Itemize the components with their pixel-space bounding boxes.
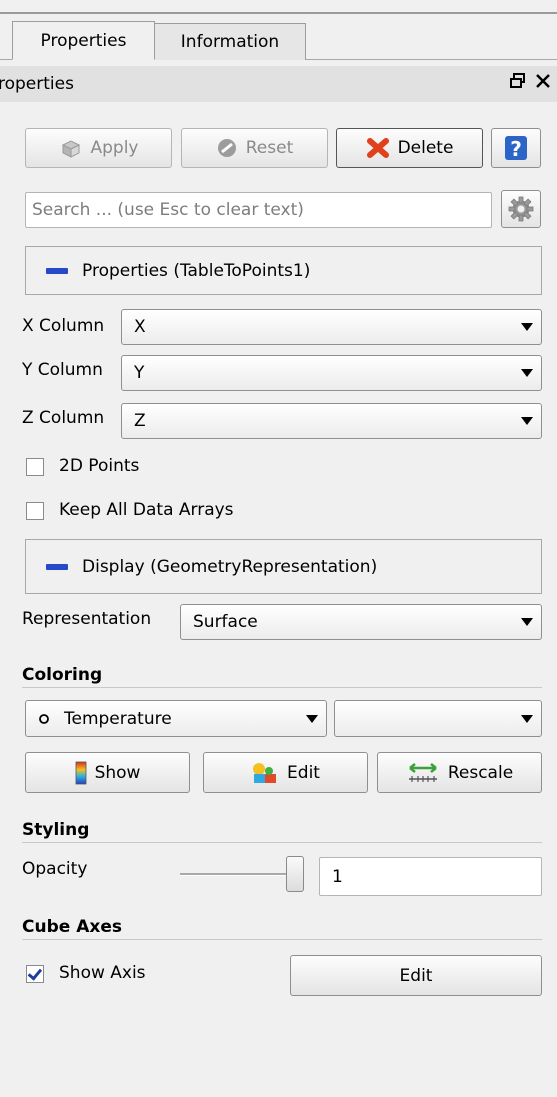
tab-information[interactable]: Information bbox=[154, 23, 306, 60]
2d-points-checkbox[interactable] bbox=[26, 458, 44, 476]
chevron-down-icon bbox=[521, 323, 533, 331]
display-section-label: Display (GeometryRepresentation) bbox=[82, 556, 378, 577]
gear-icon bbox=[508, 196, 534, 222]
keep-all-data-arrays-label: Keep All Data Arrays bbox=[59, 500, 234, 520]
styling-divider bbox=[22, 842, 542, 843]
rescale-arrows-icon bbox=[406, 761, 440, 785]
x-column-select[interactable]: X bbox=[121, 309, 542, 345]
cube-axes-edit-label: Edit bbox=[399, 965, 433, 986]
colormap-edit-icon bbox=[251, 761, 279, 785]
top-border bbox=[0, 12, 557, 14]
help-button[interactable]: ? bbox=[491, 128, 541, 168]
representation-select[interactable]: Surface bbox=[180, 604, 542, 640]
x-column-label: X Column bbox=[22, 316, 105, 336]
show-axis-label: Show Axis bbox=[59, 963, 146, 983]
edit-colormap-label: Edit bbox=[287, 762, 320, 783]
help-glyph: ? bbox=[510, 137, 522, 161]
representation-label: Representation bbox=[22, 609, 152, 629]
y-column-select[interactable]: Y bbox=[121, 355, 542, 391]
cube-axes-divider bbox=[22, 939, 542, 940]
properties-section-toggle[interactable]: Properties (TableToPoints1) bbox=[25, 246, 542, 295]
reset-icon bbox=[216, 137, 238, 159]
color-legend-icon bbox=[75, 761, 87, 785]
opacity-slider-handle[interactable] bbox=[286, 856, 304, 892]
search-input[interactable]: Search ... (use Esc to clear text) bbox=[25, 192, 492, 228]
point-data-icon bbox=[38, 713, 50, 725]
keep-all-data-arrays-checkbox[interactable] bbox=[26, 502, 44, 520]
panel-titlebar: roperties bbox=[0, 66, 557, 102]
2d-points-label: 2D Points bbox=[59, 456, 140, 476]
delete-x-icon bbox=[366, 137, 390, 159]
chevron-down-icon bbox=[521, 618, 533, 626]
display-section-toggle[interactable]: Display (GeometryRepresentation) bbox=[25, 539, 542, 594]
z-column-select[interactable]: Z bbox=[121, 403, 542, 439]
cube-axes-heading: Cube Axes bbox=[22, 917, 122, 937]
show-colorbar-button[interactable]: Show bbox=[25, 752, 190, 793]
advanced-settings-button[interactable] bbox=[501, 190, 541, 228]
opacity-value: 1 bbox=[332, 866, 343, 887]
delete-label: Delete bbox=[397, 138, 454, 158]
representation-value: Surface bbox=[193, 612, 258, 632]
show-axis-checkbox[interactable] bbox=[26, 965, 44, 983]
chevron-down-icon bbox=[521, 417, 533, 425]
x-column-value: X bbox=[134, 317, 146, 337]
apply-label: Apply bbox=[90, 138, 139, 158]
opacity-label: Opacity bbox=[22, 859, 88, 879]
color-array-select[interactable]: Temperature bbox=[25, 700, 327, 737]
reset-button[interactable]: Reset bbox=[181, 128, 328, 168]
help-icon: ? bbox=[503, 134, 529, 162]
delete-button[interactable]: Delete bbox=[336, 128, 483, 168]
chevron-down-icon bbox=[521, 369, 533, 377]
cube-axes-edit-button[interactable]: Edit bbox=[290, 955, 542, 996]
search-placeholder: Search ... (use Esc to clear text) bbox=[32, 200, 304, 220]
opacity-slider-track[interactable] bbox=[180, 873, 302, 876]
float-icon[interactable] bbox=[509, 72, 527, 95]
apply-icon bbox=[59, 137, 83, 159]
edit-colormap-button[interactable]: Edit bbox=[203, 752, 368, 793]
collapse-minus-icon bbox=[46, 563, 68, 570]
color-array-value: Temperature bbox=[64, 708, 172, 729]
chevron-down-icon bbox=[521, 714, 533, 723]
styling-heading: Styling bbox=[22, 820, 90, 840]
close-icon[interactable] bbox=[535, 72, 551, 95]
collapse-minus-icon bbox=[46, 267, 68, 274]
coloring-heading: Coloring bbox=[22, 665, 103, 685]
rescale-label: Rescale bbox=[447, 762, 514, 783]
chevron-down-icon bbox=[306, 714, 318, 723]
panel-title: roperties bbox=[0, 74, 74, 94]
z-column-label: Z Column bbox=[22, 408, 105, 428]
properties-section-label: Properties (TableToPoints1) bbox=[82, 260, 311, 281]
tab-properties-label: Properties bbox=[40, 30, 127, 51]
coloring-divider bbox=[22, 687, 542, 688]
tab-properties[interactable]: Properties bbox=[12, 21, 155, 60]
y-column-value: Y bbox=[134, 363, 145, 383]
tab-information-label: Information bbox=[180, 32, 280, 52]
opacity-input[interactable]: 1 bbox=[319, 857, 542, 896]
apply-button[interactable]: Apply bbox=[25, 128, 172, 168]
show-label: Show bbox=[94, 762, 141, 783]
reset-label: Reset bbox=[245, 138, 294, 158]
z-column-value: Z bbox=[134, 411, 146, 431]
color-component-select[interactable] bbox=[334, 700, 542, 737]
rescale-button[interactable]: Rescale bbox=[377, 752, 542, 793]
y-column-label: Y Column bbox=[22, 360, 103, 380]
